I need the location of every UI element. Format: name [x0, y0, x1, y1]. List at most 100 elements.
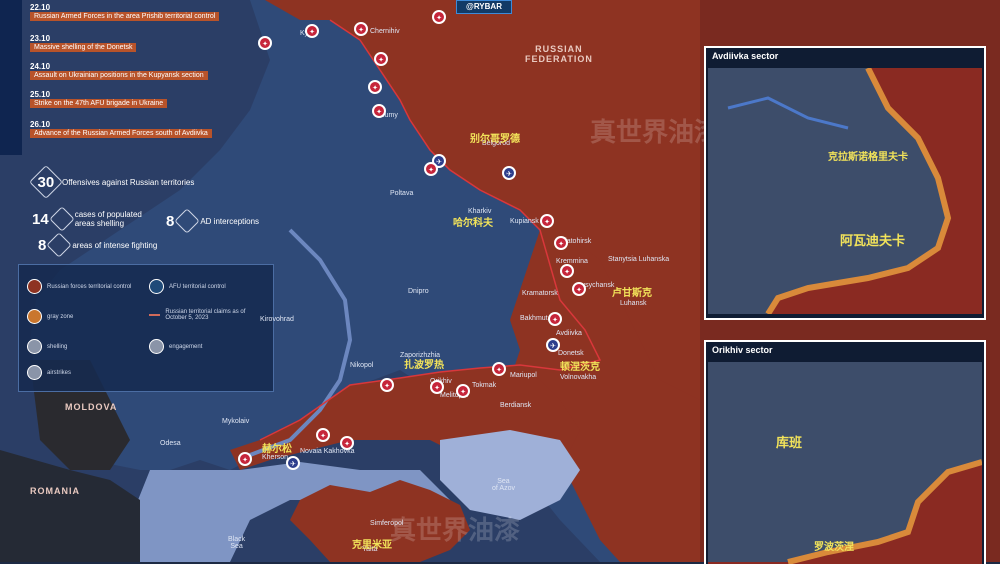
- shelling-marker[interactable]: ✦: [305, 24, 319, 38]
- event-text: Strike on the 47th AFU brigade in Ukrain…: [30, 99, 168, 108]
- airstrike-marker[interactable]: ✈: [546, 338, 560, 352]
- event-date: 25.10: [30, 90, 51, 99]
- event-text: Massive shelling of the Donetsk: [30, 43, 137, 52]
- engagement-marker[interactable]: ✦: [560, 264, 574, 278]
- city-label: Kupiansk: [510, 218, 539, 225]
- cn-label: 阿瓦迪夫卡: [840, 233, 906, 248]
- shelling-marker[interactable]: ✦: [374, 52, 388, 66]
- hexagon-icon: 30: [29, 165, 63, 199]
- shelling-icon: [27, 339, 42, 354]
- city-label: Kremmina: [556, 258, 588, 265]
- claims-line-swatch: [149, 314, 161, 316]
- interceptions-label: AD interceptions: [200, 216, 260, 226]
- event-item: 23.10 Massive shelling of the Donetsk: [30, 34, 137, 52]
- legend-item: engagement: [149, 339, 202, 354]
- lightning-icon: [46, 232, 73, 258]
- shelling-count: 14: [32, 210, 49, 228]
- shelling-marker[interactable]: ✦: [372, 104, 386, 118]
- orikhiv-inset[interactable]: Orikhiv sector 库班 罗波茨涅: [704, 340, 986, 564]
- shelling-marker[interactable]: ✦: [316, 428, 330, 442]
- shelling-icon: [48, 206, 75, 232]
- city-label: Volnovakha: [560, 374, 597, 381]
- engagement-marker[interactable]: ✦: [572, 282, 586, 296]
- event-item: 25.10 Strike on the 47th AFU brigade in …: [30, 90, 168, 108]
- legend-label: Russian forces territorial control: [47, 283, 132, 290]
- offensives-count: 30: [37, 173, 55, 191]
- engagement-marker[interactable]: ✦: [554, 236, 568, 250]
- cn-label: 克拉斯诺格里夫卡: [828, 152, 908, 163]
- interceptions-stat: 8 AD interceptions: [166, 208, 260, 234]
- city-label: Tokmak: [472, 382, 497, 389]
- event-date: 22.10: [30, 3, 51, 12]
- legend-label: engagement: [169, 343, 203, 350]
- city-label: Bakhmut: [520, 315, 548, 322]
- gray-zone-swatch: [27, 309, 42, 324]
- city-label: Berdiansk: [500, 402, 532, 409]
- event-item: 22.10 Russian Armed Forces in the area P…: [30, 3, 220, 21]
- cn-label: 别尔哥罗德: [470, 134, 520, 145]
- shelling-marker[interactable]: ✦: [238, 452, 252, 466]
- legend-label: airstrikes: [47, 369, 72, 376]
- cn-label: 哈尔科夫: [453, 218, 493, 229]
- airstrike-icon: [27, 365, 42, 380]
- engagement-marker[interactable]: ✦: [456, 384, 470, 398]
- city-label: Odesa: [160, 440, 181, 447]
- airstrike-marker[interactable]: ✈: [286, 456, 300, 470]
- engagement-marker[interactable]: ✦: [548, 312, 562, 326]
- cn-label: 卢甘斯克: [612, 288, 652, 299]
- russia-control-swatch: [27, 279, 42, 294]
- shelling-marker[interactable]: ✦: [340, 436, 354, 450]
- event-text: Russian Armed Forces in the area Prishib…: [30, 12, 220, 21]
- black-sea-label: Black Sea: [228, 536, 246, 550]
- event-item: 26.10 Advance of the Russian Armed Force…: [30, 120, 212, 138]
- cn-label: 顿涅茨克: [560, 362, 600, 373]
- city-label: Donetsk: [558, 350, 584, 357]
- map-stage: @RYBAR 22.10 Russian Armed Forces in the…: [0, 0, 1000, 564]
- event-text: Advance of the Russian Armed Forces sout…: [30, 129, 212, 138]
- interceptions-count: 8: [166, 212, 175, 230]
- city-label: Dnipro: [408, 288, 429, 295]
- event-date: 23.10: [30, 34, 51, 43]
- event-item: 24.10 Assault on Ukrainian positions in …: [30, 62, 208, 80]
- city-label: Chernihiv: [370, 28, 400, 35]
- fighting-stat: 8 areas of intense fighting: [38, 232, 157, 258]
- cn-label: 扎波罗热: [404, 360, 444, 371]
- airstrike-marker[interactable]: ✈: [502, 166, 516, 180]
- city-label: Stanytsia Luhanska: [608, 256, 670, 263]
- map-legend: Russian forces territorial control AFU t…: [18, 264, 274, 392]
- legend-item: Russian forces territorial control: [27, 279, 131, 294]
- engagement-marker[interactable]: ✦: [380, 378, 394, 392]
- avdiivka-inset[interactable]: Avdiivka sector 克拉斯诺格里夫卡 阿瓦迪夫卡: [704, 46, 986, 320]
- shelling-stat: 14 cases of populated areas shelling: [32, 206, 163, 232]
- legend-item: gray zone: [27, 309, 73, 324]
- offensives-label: Offensives against Russian territories: [62, 177, 195, 187]
- shelling-marker[interactable]: ✦: [432, 10, 446, 24]
- event-text: Assault on Ukrainian positions in the Ku…: [30, 71, 208, 80]
- event-date: 26.10: [30, 120, 51, 129]
- shelling-marker[interactable]: ✦: [354, 22, 368, 36]
- legend-item: AFU territorial control: [149, 279, 226, 294]
- cn-label: 库班: [776, 435, 803, 450]
- shelling-marker[interactable]: ✦: [258, 36, 272, 50]
- city-label: Luhansk: [620, 300, 647, 307]
- city-label: Kramatorsk: [522, 290, 558, 297]
- azov-sea-label: Sea of Azov: [492, 478, 515, 492]
- engagement-marker[interactable]: ✦: [540, 214, 554, 228]
- city-label: Kherson: [262, 454, 289, 461]
- legend-label: AFU territorial control: [169, 283, 226, 290]
- left-panel-strip: [0, 0, 22, 155]
- engagement-marker[interactable]: ✦: [492, 362, 506, 376]
- city-label: Mariupol: [510, 372, 537, 379]
- legend-item: shelling: [27, 339, 67, 354]
- city-label: Nikopol: [350, 362, 374, 369]
- orikhiv-map: [708, 362, 982, 564]
- city-label: Poltava: [390, 190, 414, 197]
- offensives-stat: 30 Offensives against Russian territorie…: [29, 165, 195, 199]
- engagement-marker[interactable]: ✦: [430, 380, 444, 394]
- shelling-marker[interactable]: ✦: [424, 162, 438, 176]
- shelling-marker[interactable]: ✦: [368, 80, 382, 94]
- fighting-count: 8: [38, 236, 47, 254]
- watermark: 真世界油漆: [390, 515, 521, 545]
- cn-label: 罗波茨涅: [814, 542, 854, 553]
- shelling-label: cases of populated areas shelling: [74, 210, 142, 228]
